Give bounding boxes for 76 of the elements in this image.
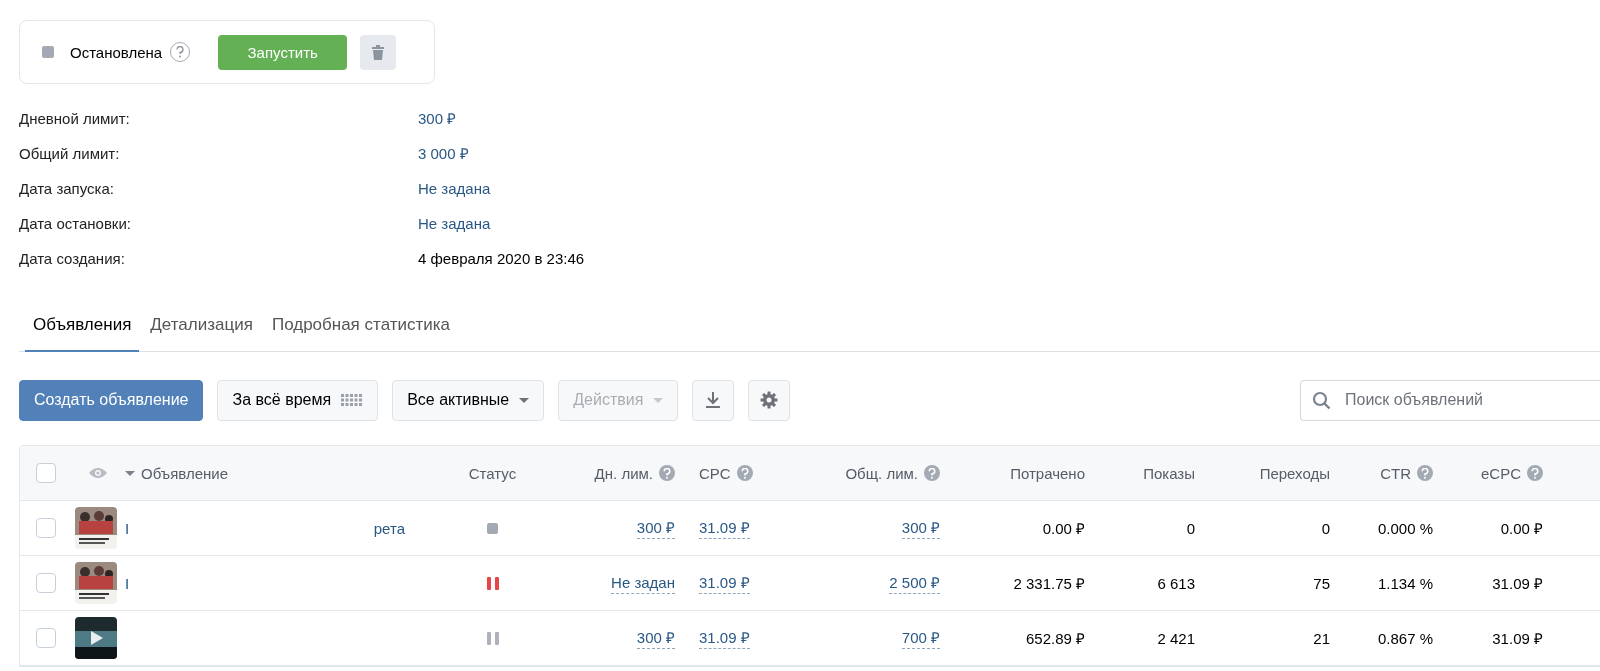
- search-field[interactable]: Поиск объявлений: [1300, 379, 1600, 421]
- editable-value[interactable]: 700 ₽: [901, 627, 940, 649]
- status-label: Остановлена: [70, 43, 163, 61]
- editable-value[interactable]: Не задан: [611, 572, 675, 594]
- editable-value[interactable]: 31.09 ₽: [699, 517, 750, 539]
- table-cell: 21: [1313, 629, 1330, 647]
- settings-button[interactable]: [748, 379, 791, 421]
- column-header[interactable]: Переходы: [1259, 464, 1330, 482]
- field-value: 4 февраля 2020 в 23:46: [418, 249, 585, 268]
- table-cell-text: 31.09 ₽: [1492, 629, 1543, 648]
- delete-button[interactable]: [360, 34, 397, 70]
- calendar-grid-icon: [341, 394, 364, 406]
- value-link[interactable]: Не задана: [418, 214, 491, 233]
- ad-name-link[interactable]: рета: [373, 519, 405, 537]
- field-label: Общий лимит:: [19, 144, 121, 163]
- download-icon: [705, 391, 722, 409]
- tab[interactable]: Подробная статистика: [263, 307, 459, 352]
- value-link[interactable]: Не задана: [418, 179, 491, 198]
- tab[interactable]: Объявления: [25, 307, 140, 352]
- search-icon: [1312, 390, 1331, 410]
- row-checkbox[interactable]: [36, 518, 56, 538]
- caret-icon: [519, 397, 530, 403]
- row-checkbox[interactable]: [36, 628, 56, 648]
- column-header[interactable]: Дн. лим.: [594, 464, 653, 482]
- help-icon[interactable]: [736, 465, 753, 481]
- table-cell-text: 0.00 ₽: [1042, 519, 1085, 538]
- period-button[interactable]: За всё время: [217, 379, 379, 421]
- editable-value[interactable]: 300 ₽: [636, 627, 675, 649]
- download-button[interactable]: [692, 379, 735, 421]
- table-cell-text: 31.09 ₽: [1492, 574, 1543, 593]
- ad-name-link[interactable]: I: [125, 519, 130, 537]
- column-header[interactable]: CPC: [699, 464, 731, 482]
- table-cell-text: 0.00 ₽: [1500, 519, 1543, 538]
- caret-icon: [653, 397, 664, 403]
- table-cell: 0: [1321, 519, 1330, 537]
- editable-value[interactable]: 31.09 ₽: [699, 572, 750, 594]
- select-all-checkbox[interactable]: [36, 463, 56, 483]
- stopped-status-icon: [42, 46, 54, 58]
- table-cell: 2 421: [1157, 629, 1195, 647]
- column-header[interactable]: Потрачено: [1010, 464, 1085, 482]
- table-cell: 75: [1313, 574, 1330, 592]
- editable-value[interactable]: 2 500 ₽: [889, 572, 940, 594]
- field-label: Дата остановки:: [19, 214, 132, 233]
- column-header[interactable]: Статус: [468, 464, 517, 482]
- column-header[interactable]: eCPC: [1481, 464, 1521, 482]
- row-checkbox[interactable]: [36, 573, 56, 593]
- help-icon[interactable]: [659, 465, 675, 481]
- table-cell: 6 613: [1157, 574, 1195, 592]
- settings-icon: [760, 391, 779, 409]
- table-cell-text: 2 331.75 ₽: [1013, 574, 1085, 593]
- column-header[interactable]: Объявление: [141, 464, 228, 482]
- editable-value[interactable]: 31.09 ₽: [699, 627, 750, 649]
- field-label: Дата запуска:: [19, 179, 115, 198]
- editable-value[interactable]: 300 ₽: [636, 517, 675, 539]
- help-icon[interactable]: [1417, 465, 1433, 481]
- field-label: Дневной лимит:: [19, 109, 131, 128]
- column-header[interactable]: Общ. лим.: [845, 464, 918, 482]
- column-header[interactable]: CTR: [1380, 464, 1411, 482]
- eye-icon: [89, 467, 107, 479]
- value-link[interactable]: 300 ₽: [418, 109, 457, 128]
- table-cell-text: 652.89 ₽: [1025, 629, 1085, 648]
- filter-dropdown[interactable]: Все активные: [392, 379, 545, 421]
- help-icon[interactable]: [1527, 465, 1543, 481]
- trash-icon: [372, 44, 385, 60]
- column-header[interactable]: Показы: [1143, 464, 1195, 482]
- table-cell: 0.000 %: [1377, 519, 1433, 537]
- table-cell: 0.867 %: [1377, 629, 1433, 647]
- value-link[interactable]: 3 000 ₽: [418, 144, 469, 163]
- table-cell: 1.134 %: [1377, 574, 1433, 592]
- table-cell: 0: [1186, 519, 1195, 537]
- create-ad-button[interactable]: Создать объявление: [19, 379, 204, 421]
- tab[interactable]: Детализация: [142, 307, 261, 352]
- editable-value[interactable]: 300 ₽: [901, 517, 940, 539]
- ad-name-link[interactable]: I: [125, 574, 130, 592]
- field-label: Дата создания:: [19, 249, 126, 268]
- help-icon[interactable]: [924, 465, 940, 481]
